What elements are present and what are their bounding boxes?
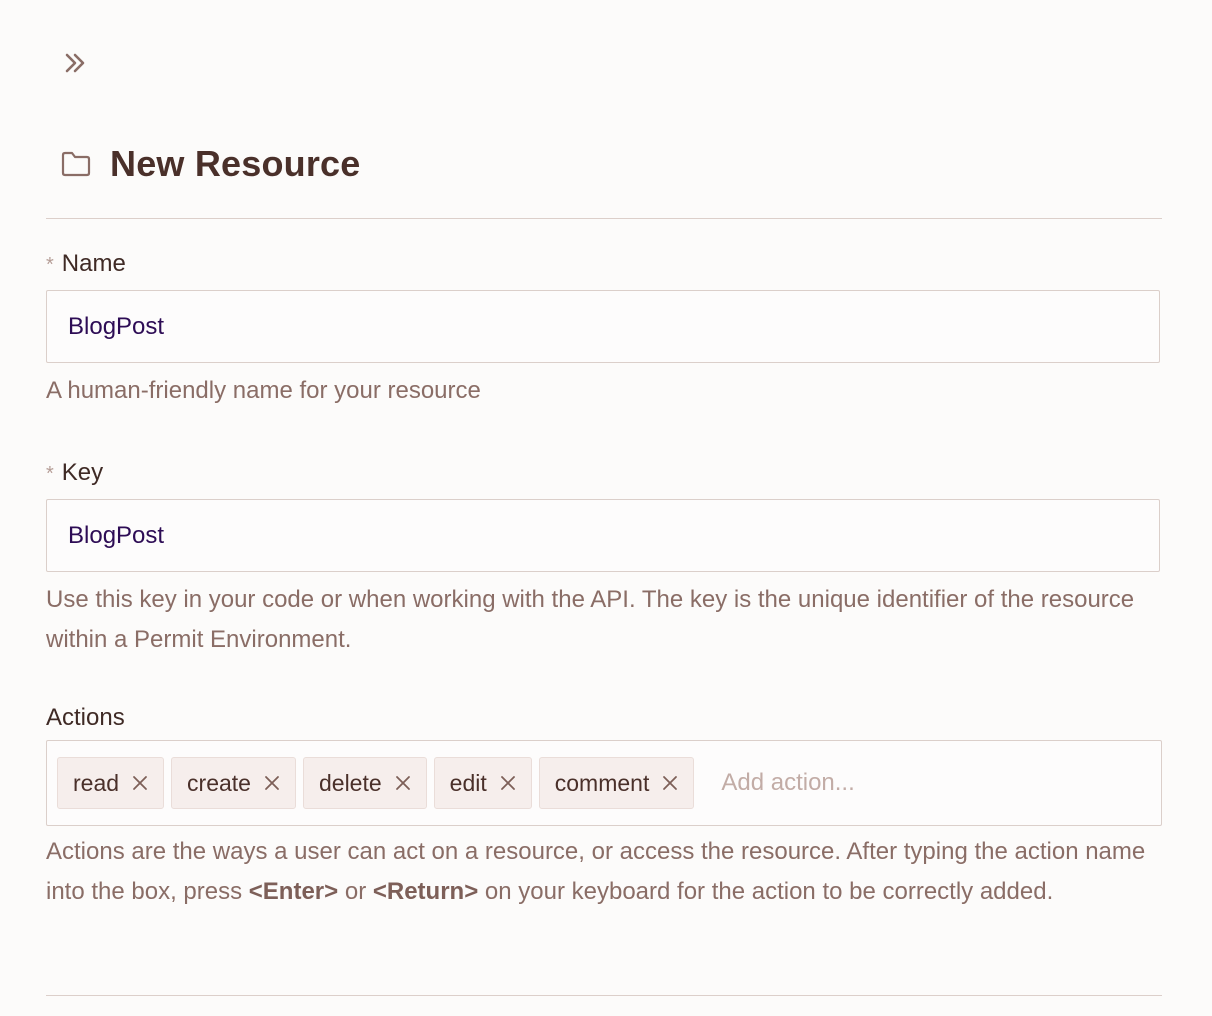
name-label: Name (61, 250, 126, 277)
key-label-row: * Key (46, 459, 103, 487)
actions-label-row: Actions (46, 704, 125, 732)
action-chip-label: edit (449, 769, 487, 796)
expand-sidebar-button[interactable] (58, 46, 92, 80)
header-divider (46, 218, 1162, 219)
remove-action-button[interactable] (499, 774, 517, 792)
footer-divider (46, 995, 1162, 996)
required-mark: * (46, 462, 54, 485)
actions-tag-input[interactable]: read create delete edit comment (46, 740, 1162, 826)
add-action-input[interactable] (719, 768, 1151, 798)
action-chip-label: comment (554, 769, 650, 796)
close-icon (265, 776, 279, 790)
remove-action-button[interactable] (263, 774, 281, 792)
close-icon (133, 776, 147, 790)
name-label-row: * Name (46, 250, 126, 278)
close-icon (500, 776, 515, 790)
key-label: Key (61, 459, 104, 486)
action-chip-label: read (73, 769, 120, 796)
actions-label: Actions (46, 704, 125, 731)
page-header: New Resource (60, 140, 361, 188)
close-icon (663, 776, 678, 790)
key-help-text: Use this key in your code or when workin… (46, 586, 1135, 653)
name-help-text: A human-friendly name for your resource (46, 377, 481, 404)
actions-help-part3: on your keyboard for the action to be co… (478, 878, 1054, 905)
action-chip: edit (433, 757, 532, 809)
folder-icon (60, 148, 92, 180)
action-chip-label: create (187, 769, 251, 796)
chevrons-right-icon (65, 53, 85, 73)
page-title: New Resource (110, 143, 361, 184)
return-key-hint: <Return> (372, 878, 479, 905)
action-chip: read (57, 757, 165, 809)
action-chip: comment (538, 757, 695, 809)
name-input[interactable] (46, 290, 1160, 363)
remove-action-button[interactable] (131, 774, 149, 792)
required-mark: * (46, 253, 54, 276)
enter-key-hint: <Enter> (248, 878, 339, 905)
close-icon (395, 776, 410, 790)
action-chip: delete (302, 757, 427, 809)
new-resource-page: New Resource * Name A human-friendly nam… (0, 0, 1212, 1016)
actions-help-text: Actions are the ways a user can act on a… (46, 832, 1162, 912)
remove-action-button[interactable] (394, 774, 412, 792)
key-input[interactable] (46, 499, 1160, 572)
actions-help-part2: or (338, 878, 373, 905)
remove-action-button[interactable] (661, 774, 679, 792)
action-chip: create (171, 757, 296, 809)
action-chip-label: delete (318, 769, 382, 796)
